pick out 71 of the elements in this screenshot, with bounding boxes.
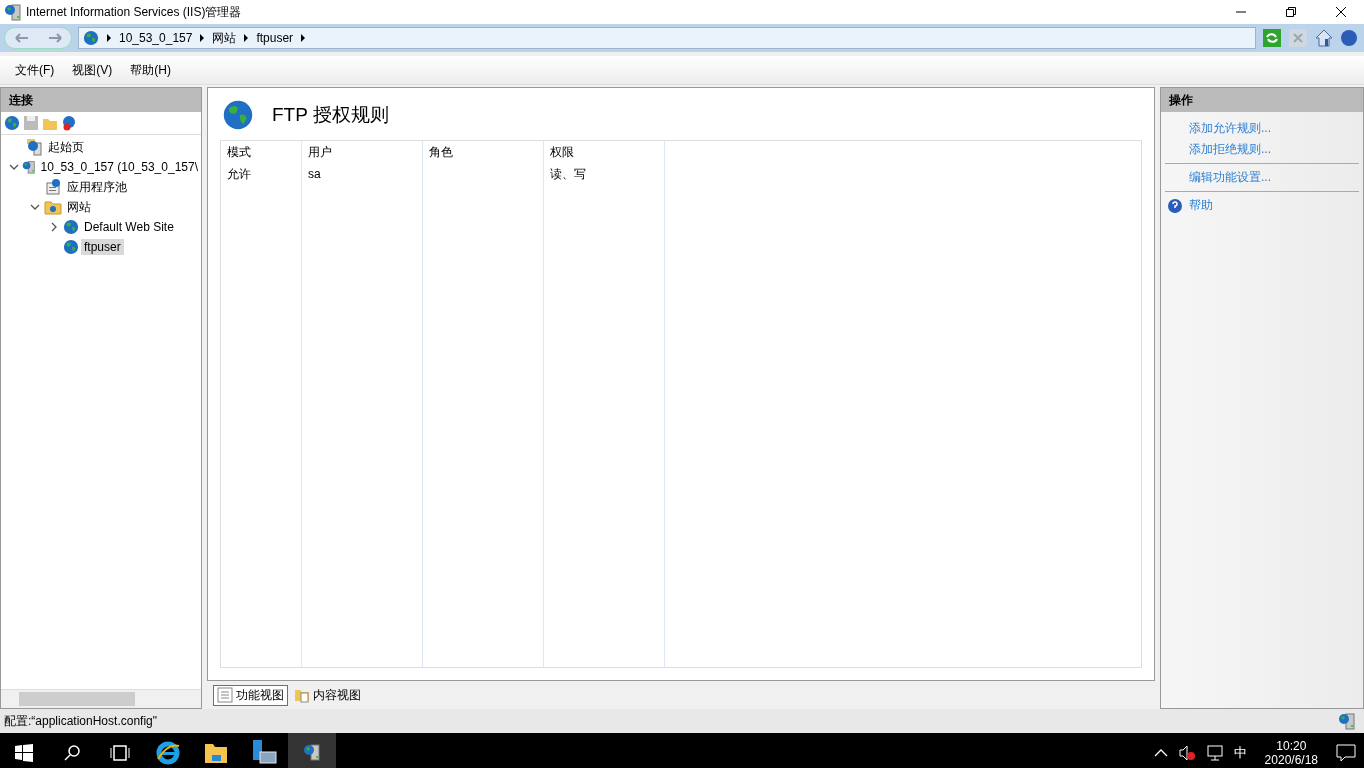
view-tab[interactable]: 内容视图: [290, 684, 365, 706]
status-text: 配置:“applicationHost.config": [4, 712, 157, 730]
speaker-muted-icon[interactable]: [1177, 745, 1196, 761]
folder-icon: [204, 742, 228, 764]
menu-item[interactable]: 帮助(H): [121, 61, 180, 79]
table-cell: 读、写: [550, 165, 586, 183]
chevron-down-icon[interactable]: [9, 162, 20, 172]
task-view-icon: [110, 745, 130, 761]
action-link[interactable]: 添加拒绝规则...: [1165, 139, 1359, 160]
app-icon: [4, 3, 22, 21]
refresh-button[interactable]: [1262, 28, 1282, 48]
tree-item[interactable]: Default Web Site: [81, 219, 177, 235]
network-icon[interactable]: [1205, 745, 1224, 761]
clock[interactable]: 10:20 2020/6/18: [1256, 739, 1326, 767]
home-icon: [1315, 29, 1333, 47]
chevron-right-icon[interactable]: [49, 222, 59, 232]
back-arrow-icon: [14, 33, 29, 43]
input-method-indicator[interactable]: 中: [1233, 744, 1247, 762]
menu-item[interactable]: 视图(V): [63, 61, 122, 79]
column-header[interactable]: 模式: [221, 141, 301, 163]
panel-header: 连接: [1, 88, 201, 112]
windows-logo-icon: [15, 744, 33, 762]
close-icon: [1336, 7, 1346, 17]
notification-icon[interactable]: [1336, 744, 1356, 762]
tree-item[interactable]: ftpuser: [81, 239, 124, 255]
breadcrumb-item[interactable]: 网站: [212, 29, 237, 47]
stop-icon: [1289, 29, 1307, 47]
home-button[interactable]: [1314, 28, 1334, 48]
column-header[interactable]: 用户: [302, 141, 422, 163]
window-title: Internet Information Services (IIS)管理器: [26, 3, 243, 21]
refresh-icon: [1263, 29, 1281, 47]
server-icon: [21, 158, 36, 176]
help-link[interactable]: 帮助: [1189, 197, 1213, 214]
page-title: FTP 授权规则: [272, 103, 389, 127]
tree-item[interactable]: 网站: [64, 197, 94, 217]
grid-view-icon: [217, 687, 233, 703]
server-toolbox-icon: [251, 738, 277, 765]
folder-icon: [44, 198, 62, 216]
globe-icon: [63, 219, 79, 235]
view-tab[interactable]: 功能视图: [213, 684, 288, 706]
search-icon: [63, 744, 81, 762]
tree-item[interactable]: 起始页: [45, 137, 87, 157]
chevron-up-icon[interactable]: [1153, 748, 1168, 758]
column-header[interactable]: 权限: [544, 141, 664, 163]
server-status-icon: [1338, 712, 1356, 730]
browser-e-icon: [156, 741, 180, 765]
menu-item[interactable]: 文件(F): [6, 61, 64, 79]
panel-header: 操作: [1161, 88, 1363, 112]
start-page-icon: [25, 138, 43, 156]
table-cell: sa: [308, 167, 321, 181]
action-link[interactable]: 编辑功能设置...: [1165, 167, 1359, 188]
app-pool-icon: [44, 178, 62, 196]
taskbar-app[interactable]: [288, 733, 336, 768]
table-cell: 允许: [227, 165, 251, 183]
globe-icon: [83, 30, 99, 46]
iis-server-icon: [303, 742, 321, 761]
breadcrumb-item[interactable]: ftpuser: [256, 31, 294, 45]
forward-arrow-icon: [47, 33, 62, 43]
globe-icon: [222, 99, 254, 131]
column-header[interactable]: 角色: [423, 141, 543, 163]
folder-document-icon: [294, 687, 310, 703]
globe-icon: [63, 239, 79, 255]
tree-item[interactable]: 10_53_0_157 (10_53_0_157\: [37, 159, 201, 175]
breadcrumb-item[interactable]: 10_53_0_157: [119, 31, 193, 45]
action-link[interactable]: 添加允许规则...: [1165, 118, 1359, 139]
chevron-down-icon[interactable]: [30, 202, 40, 212]
horizontal-scrollbar[interactable]: [1, 689, 201, 708]
tree-item[interactable]: 应用程序池: [64, 177, 130, 197]
connect-icon: [4, 115, 20, 131]
restore-icon: [1286, 7, 1296, 17]
address-field[interactable]: 10_53_0_157 网站 ftpuser: [78, 27, 1256, 49]
